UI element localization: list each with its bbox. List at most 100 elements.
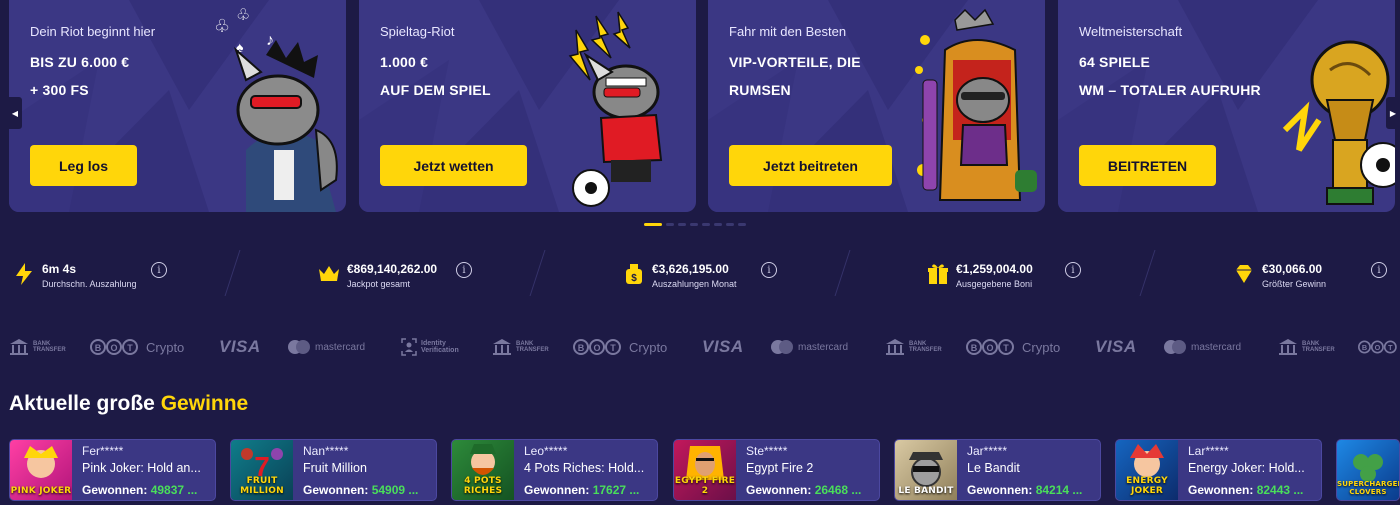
rhino-footballer-illustration (568, 11, 663, 207)
win-amount-value: 26468 ... (814, 483, 862, 497)
svg-text:O: O (110, 343, 117, 353)
game-title[interactable]: Le Bandit (967, 461, 1097, 475)
promo-banner-vip[interactable]: Fahr mit den Besten VIP-VORTEILE, DIE RU… (708, 0, 1045, 212)
mastercard-circles-icon (771, 340, 793, 354)
game-title[interactable]: Egypt Fire 2 (746, 461, 876, 475)
stat-label: Größter Gewinn (1262, 279, 1327, 289)
banner-headline-line2: RUMSEN (729, 82, 791, 98)
carousel-dot[interactable] (644, 223, 662, 226)
thumbnail-title: ENERGY JOKER (1126, 476, 1168, 496)
gift-icon (928, 264, 948, 284)
carousel-dot[interactable] (678, 223, 686, 226)
lightning-icon (16, 263, 32, 285)
banner-subtitle: Spieltag-Riot (380, 24, 455, 39)
heading-prefix: Aktuelle große (9, 392, 155, 415)
win-amount: Gewonnen: 54909 ... (303, 483, 418, 497)
bot-crypto-logo: BOT (1358, 334, 1400, 360)
winner-username: Lar***** (1188, 444, 1229, 458)
carousel-dot[interactable] (690, 223, 698, 226)
game-title[interactable]: 4 Pots Riches: Hold... (524, 461, 654, 475)
mastercard-logo: mastercard (1163, 334, 1241, 360)
stat-label: Jackpot gesamt (347, 279, 411, 289)
bot-crypto-logo: BOT Crypto (90, 334, 184, 360)
info-icon[interactable]: i (151, 262, 167, 278)
banner-headline-line1: VIP-VORTEILE, DIE (729, 54, 861, 70)
thumbnail-title: FRUIT MILLION (240, 476, 284, 496)
recent-win-card[interactable]: LE BANDIT Jar***** Le Bandit Gewonnen: 8… (894, 439, 1101, 501)
game-thumbnail[interactable]: 4 POTS RICHES (452, 440, 514, 500)
bot-logo-mark: BOT (90, 339, 138, 355)
bank-text-line2: TRANSFER (909, 347, 942, 353)
bot-logo-mark: BOT (1358, 340, 1397, 354)
svg-text:O: O (1375, 343, 1381, 352)
game-thumbnail[interactable]: 7 FRUIT MILLION (231, 440, 293, 500)
win-amount-value: 17627 ... (592, 483, 640, 497)
carousel-dot[interactable] (726, 223, 734, 226)
stat-label: Ausgegebene Boni (956, 279, 1033, 289)
promo-banner-matchday[interactable]: Spieltag-Riot 1.000 € AUF DEM SPIEL Jetz… (359, 0, 696, 212)
game-thumbnail[interactable]: ENERGY JOKER (1116, 440, 1178, 500)
info-icon[interactable]: i (456, 262, 472, 278)
carousel-pagination (644, 223, 746, 226)
promo-banner-welcome[interactable]: Dein Riot beginnt hier BIS ZU 6.000 € + … (9, 0, 346, 212)
winner-username: Leo***** (524, 444, 568, 458)
bank-transfer-logo: BANK TRANSFER (9, 334, 66, 360)
mastercard-circles-icon (288, 340, 310, 354)
info-icon[interactable]: i (1065, 262, 1081, 278)
carousel-dot[interactable] (738, 223, 746, 226)
svg-text:B: B (1362, 343, 1367, 352)
game-thumbnail[interactable]: PINK JOKER (10, 440, 72, 500)
jetzt-beitreten-button[interactable]: Jetzt beitreten (729, 145, 892, 186)
recent-win-card[interactable]: EGYPT FIRE 2 Ste***** Egypt Fire 2 Gewon… (673, 439, 880, 501)
promo-banner-worldcup[interactable]: Weltmeisterschaft 64 SPIELE WM – TOTALER… (1058, 0, 1395, 212)
won-label: Gewonnen: (524, 483, 590, 497)
banner-headline: 64 SPIELE WM – TOTALER AUFRUHR (1079, 48, 1261, 104)
won-label: Gewonnen: (967, 483, 1033, 497)
banner-headline-line2: WM – TOTALER AUFRUHR (1079, 82, 1261, 98)
svg-text:♧: ♧ (214, 16, 230, 36)
mastercard-text: mastercard (798, 341, 849, 353)
stat-label: Durchschn. Auszahlung (42, 279, 137, 289)
banner-headline-line1: BIS ZU 6.000 € (30, 54, 130, 70)
game-title[interactable]: Pink Joker: Hold an... (82, 461, 212, 475)
svg-text:T: T (1003, 343, 1009, 353)
game-title[interactable]: Fruit Million (303, 461, 433, 475)
win-amount-value: 84214 ... (1035, 483, 1083, 497)
beitreten-button[interactable]: BEITRETEN (1079, 145, 1216, 186)
game-thumbnail[interactable]: LE BANDIT (895, 440, 957, 500)
carousel-next-button[interactable]: ▶ (1386, 97, 1400, 129)
recent-win-card[interactable]: SUPERCHARGED CLOVERS (1336, 439, 1400, 501)
leg-los-button[interactable]: Leg los (30, 145, 137, 186)
svg-text:T: T (610, 343, 616, 353)
recent-win-card[interactable]: ENERGY JOKER Lar***** Energy Joker: Hold… (1115, 439, 1322, 501)
won-label: Gewonnen: (746, 483, 812, 497)
win-amount-value: 82443 ... (1256, 483, 1304, 497)
recent-win-card[interactable]: 4 POTS RICHES Leo***** 4 Pots Riches: Ho… (451, 439, 658, 501)
recent-wins-heading: Aktuelle große Gewinne (9, 392, 248, 416)
recent-win-card[interactable]: PINK JOKER Fer***** Pink Joker: Hold an.… (9, 439, 216, 501)
money-bag-icon: $ (626, 264, 642, 284)
rhino-rocker-illustration: ♧ ♧ ♠ ♪ (214, 7, 338, 212)
carousel-dot[interactable] (702, 223, 710, 226)
carousel-dot[interactable] (666, 223, 674, 226)
carousel-dot[interactable] (714, 223, 722, 226)
game-thumbnail[interactable]: SUPERCHARGED CLOVERS (1337, 440, 1399, 500)
thumbnail-title: EGYPT FIRE 2 (674, 476, 736, 496)
crypto-label: Crypto (1022, 339, 1061, 355)
game-title[interactable]: Energy Joker: Hold... (1188, 461, 1318, 475)
win-amount: Gewonnen: 17627 ... (524, 483, 639, 497)
info-icon[interactable]: i (1371, 262, 1387, 278)
bot-logo-mark: BOT (573, 339, 621, 355)
svg-text:O: O (593, 343, 600, 353)
win-amount: Gewonnen: 26468 ... (746, 483, 861, 497)
info-icon[interactable]: i (761, 262, 777, 278)
bank-text-line2: TRANSFER (33, 347, 66, 353)
recent-win-card[interactable]: 7 FRUIT MILLION Nan***** Fruit Million G… (230, 439, 437, 501)
svg-text:$: $ (631, 273, 637, 284)
jetzt-wetten-button[interactable]: Jetzt wetten (380, 145, 527, 186)
rhino-throne-illustration (915, 8, 1037, 201)
game-thumbnail[interactable]: EGYPT FIRE 2 (674, 440, 736, 500)
bank-icon (886, 339, 904, 355)
stat-value: €30,066.00 (1262, 262, 1323, 276)
carousel-prev-button[interactable]: ◀ (8, 97, 22, 129)
